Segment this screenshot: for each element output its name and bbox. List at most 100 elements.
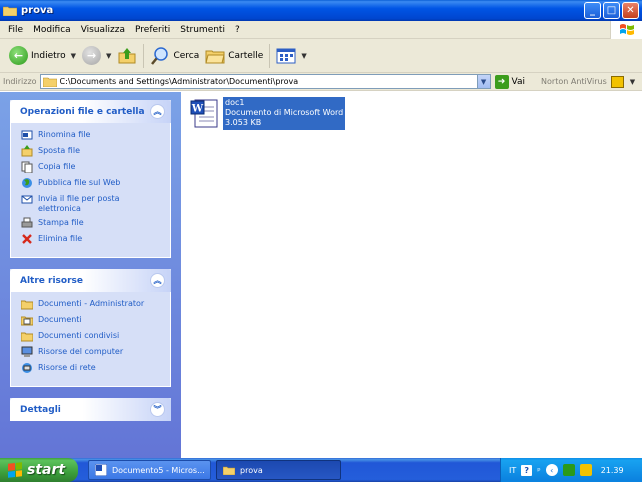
up-folder-button[interactable] <box>114 42 140 70</box>
clock[interactable]: 21.39 <box>601 466 624 475</box>
search-icon <box>151 46 169 65</box>
place-label: Documenti <box>38 315 82 324</box>
minimize-button[interactable]: _ <box>584 2 601 19</box>
task-send-email[interactable]: Invia il file per posta elettronica <box>21 193 164 214</box>
file-item-doc1[interactable]: W doc1 Documento di Microsoft Word 3.053… <box>189 97 346 130</box>
folders-button[interactable]: Cartelle <box>202 42 266 70</box>
go-label: Vai <box>511 76 526 87</box>
menu-help[interactable]: ? <box>230 25 245 35</box>
place-my-computer[interactable]: Risorse del computer <box>21 346 164 359</box>
panel-header[interactable]: Operazioni file e cartella ︽ <box>10 100 171 123</box>
back-button[interactable]: ← Indietro ▼ <box>6 42 79 70</box>
address-bar: Indirizzo C:\Documents and Settings\Admi… <box>0 73 642 91</box>
task-label: Stampa file <box>38 218 84 227</box>
folder-icon <box>21 298 33 310</box>
windows-logo-icon <box>610 21 642 39</box>
views-icon <box>276 48 296 63</box>
windows-flag-icon <box>8 462 22 478</box>
norton-label: Norton AntiVirus <box>541 77 607 86</box>
expand-icon[interactable]: ︾ <box>150 402 165 417</box>
language-indicator[interactable]: IT <box>509 466 516 475</box>
menu-file[interactable]: File <box>3 25 28 35</box>
place-label: Documenti - Administrator <box>38 299 145 308</box>
task-move-file[interactable]: Sposta file <box>21 145 164 158</box>
address-dropdown-icon[interactable]: ▼ <box>476 75 490 88</box>
place-label: Risorse del computer <box>38 347 124 356</box>
address-input[interactable]: C:\Documents and Settings\Administrator\… <box>39 74 491 89</box>
collapse-icon[interactable]: ︽ <box>150 273 165 288</box>
back-dropdown-icon[interactable]: ▼ <box>71 52 76 60</box>
help-icon[interactable]: ? <box>521 464 533 476</box>
file-type: Documento di Microsoft Word <box>225 108 344 117</box>
panel-details: Dettagli ︾ <box>10 398 171 421</box>
panel-other-places: Altre risorse ︽ Documenti - Administrato… <box>10 269 171 387</box>
folder-icon <box>223 466 235 475</box>
shared-folder-icon <box>21 330 33 342</box>
taskbar-item-prova[interactable]: prova <box>216 460 341 480</box>
collapse-icon[interactable]: ︽ <box>150 104 165 119</box>
panel-title: Dettagli <box>20 404 61 415</box>
menu-strumenti[interactable]: Strumenti <box>175 25 230 35</box>
folder-icon <box>3 6 17 16</box>
close-button[interactable]: ✕ <box>622 2 639 19</box>
task-label: Invia il file per posta elettronica <box>38 194 120 213</box>
place-documents-administrator[interactable]: Documenti - Administrator <box>21 298 164 311</box>
forward-dropdown-icon[interactable]: ▼ <box>106 52 111 60</box>
task-label: Elimina file <box>38 234 83 243</box>
svg-text:W: W <box>191 104 204 115</box>
panel-header[interactable]: Altre risorse ︽ <box>10 269 171 292</box>
task-label: Pubblica file sul Web <box>38 178 121 187</box>
task-label: Rinomina file <box>38 130 91 139</box>
task-delete-file[interactable]: Elimina file <box>21 233 164 246</box>
collapse-tray-icon[interactable]: ‹ <box>545 464 558 476</box>
rename-icon <box>21 129 33 141</box>
delete-icon <box>21 233 33 245</box>
menu-modifica[interactable]: Modifica <box>28 25 76 35</box>
task-rename-file[interactable]: Rinomina file <box>21 129 164 142</box>
views-dropdown-icon[interactable]: ▼ <box>301 52 306 60</box>
toolbar-separator <box>269 43 271 68</box>
globe-icon <box>21 177 33 189</box>
norton-dropdown-icon[interactable]: ▼ <box>630 78 635 86</box>
place-label: Risorse di rete <box>38 363 96 372</box>
task-label: Copia file <box>38 162 76 171</box>
title-bar[interactable]: prova _ □ ✕ <box>0 0 642 21</box>
menu-visualizza[interactable]: Visualizza <box>76 25 130 35</box>
file-list-area[interactable]: W doc1 Documento di Microsoft Word 3.053… <box>181 92 642 458</box>
search-button[interactable]: Cerca <box>147 42 202 70</box>
back-arrow-icon: ← <box>9 46 28 65</box>
go-button[interactable]: ➜ Vai <box>494 74 526 89</box>
address-label: Indirizzo <box>3 77 37 86</box>
notification-icon[interactable]: ᵖ <box>537 466 540 475</box>
panel-file-folder-tasks: Operazioni file e cartella ︽ Rinomina fi… <box>10 100 171 258</box>
norton-toolbar[interactable]: Norton AntiVirus ▼ <box>541 75 635 88</box>
file-name: doc1 <box>225 98 245 107</box>
place-shared-documents[interactable]: Documenti condivisi <box>21 330 164 343</box>
place-network[interactable]: Risorse di rete <box>21 362 164 375</box>
documents-icon <box>21 314 33 326</box>
up-folder-icon <box>118 47 136 63</box>
views-button[interactable]: ▼ <box>273 42 309 70</box>
word-document-icon: W <box>190 99 218 128</box>
panel-body: Documenti - Administrator Documenti Docu… <box>10 292 171 387</box>
menu-preferiti[interactable]: Preferiti <box>130 25 175 35</box>
task-publish-web[interactable]: Pubblica file sul Web <box>21 177 164 190</box>
maximize-button[interactable]: □ <box>603 2 620 19</box>
taskbar-item-label: Documento5 - Micros... <box>112 465 205 475</box>
network-status-icon[interactable] <box>562 464 575 476</box>
folders-label: Cartelle <box>228 50 264 61</box>
forward-button[interactable]: → ▼ <box>79 42 114 70</box>
search-label: Cerca <box>173 50 200 61</box>
norton-tray-icon[interactable] <box>579 464 592 476</box>
task-print-file[interactable]: Stampa file <box>21 217 164 230</box>
taskbar-item-label: prova <box>240 465 263 475</box>
word-document-icon <box>95 464 107 476</box>
norton-icon <box>610 75 624 88</box>
panel-header[interactable]: Dettagli ︾ <box>10 398 171 421</box>
task-copy-file[interactable]: Copia file <box>21 161 164 174</box>
start-button[interactable]: start <box>0 458 78 482</box>
place-documents[interactable]: Documenti <box>21 314 164 327</box>
file-size: 3.053 KB <box>225 118 262 127</box>
taskbar-item-word[interactable]: Documento5 - Micros... <box>88 460 211 480</box>
address-path: C:\Documents and Settings\Administrator\… <box>59 77 299 86</box>
